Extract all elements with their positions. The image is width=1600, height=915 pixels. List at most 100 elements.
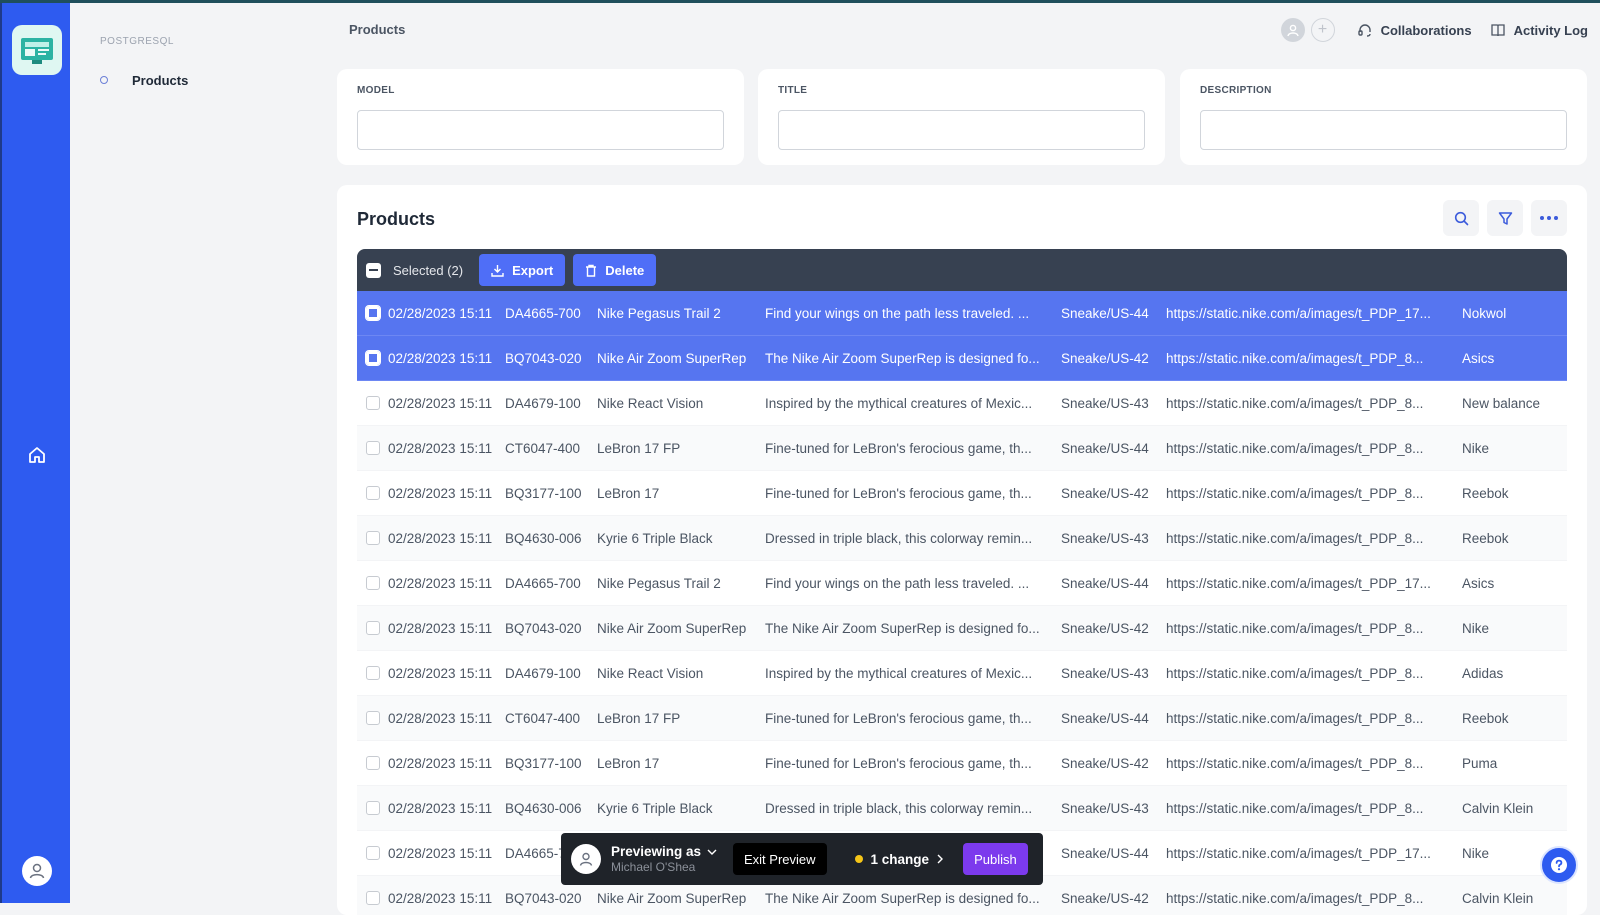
row-checkbox-cell <box>357 801 388 815</box>
select-all-checkbox[interactable] <box>366 262 381 278</box>
circle-icon <box>100 76 108 84</box>
cell-brand: Reebok <box>1462 530 1509 546</box>
collaborator-avatars: + <box>1280 18 1335 42</box>
table-row[interactable]: 02/28/2023 15:11 BQ3177-100 LeBron 17 Fine-… <box>357 471 1567 516</box>
table-row[interactable]: 02/28/2023 15:11 BQ3177-100 LeBron 17 Fine-… <box>357 741 1567 786</box>
cell-image: https://static.nike.com/a/images/t_PDP_1… <box>1166 575 1431 591</box>
cell-image: https://static.nike.com/a/images/t_PDP_8… <box>1166 350 1424 366</box>
table-row[interactable]: 02/28/2023 15:11 DA4679-100 Nike React Vis… <box>357 651 1567 696</box>
add-collaborator-icon[interactable]: + <box>1310 18 1335 42</box>
export-button[interactable]: Export <box>479 254 566 286</box>
table-toolbar <box>1443 200 1567 236</box>
cell-image: https://static.nike.com/a/images/t_PDP_8… <box>1166 800 1424 816</box>
row-checkbox[interactable] <box>365 486 380 500</box>
changes-indicator[interactable]: 1 change <box>854 851 944 867</box>
cell-size: Sneake/US-42 <box>1061 620 1149 636</box>
cell-brand: Calvin Klein <box>1462 800 1534 816</box>
filter-card-description: DESCRIPTION <box>1180 69 1587 165</box>
row-checkbox[interactable] <box>365 756 380 770</box>
cell-description: Fine-tuned for LeBron's ferocious game, … <box>765 755 1032 771</box>
selection-bar: Selected (2) Export Delete <box>357 249 1567 291</box>
cell-size: Sneake/US-44 <box>1061 845 1149 861</box>
search-icon[interactable] <box>1443 200 1479 236</box>
cell-title: Kyrie 6 Triple Black <box>597 530 713 546</box>
cell-size: Sneake/US-43 <box>1061 800 1149 816</box>
table-row[interactable]: 02/28/2023 15:11 BQ7043-020 Nike Air Zoom … <box>357 606 1567 651</box>
row-checkbox[interactable] <box>365 396 380 410</box>
cell-title: LeBron 17 FP <box>597 440 681 456</box>
filter-icon[interactable] <box>1487 200 1523 236</box>
preview-bar: Previewing as Michael O'Shea Exit Previe… <box>561 833 1043 885</box>
table-row[interactable]: 02/28/2023 15:11 CT6047-400 LeBron 17 FP Fi… <box>357 696 1567 741</box>
cell-brand: Asics <box>1462 575 1495 591</box>
delete-label: Delete <box>605 262 645 278</box>
table-title: Products <box>357 209 436 229</box>
row-checkbox[interactable] <box>365 576 380 590</box>
activity-log-button[interactable]: Activity Log <box>1490 22 1588 38</box>
headset-icon <box>1357 24 1371 37</box>
cell-title: Nike Pegasus Trail 2 <box>597 305 721 321</box>
sidebar-section-title: POSTGRESQL <box>100 36 174 47</box>
row-checkbox[interactable] <box>365 621 380 635</box>
home-icon[interactable] <box>25 443 49 467</box>
cell-brand: Nike <box>1462 440 1490 456</box>
table-row[interactable]: 02/28/2023 15:11 BQ4630-006 Kyrie 6 Triple… <box>357 786 1567 831</box>
app-logo-icon[interactable] <box>12 25 62 75</box>
row-checkbox[interactable] <box>365 441 380 455</box>
cell-description: Find your wings on the path less travele… <box>765 305 1030 321</box>
help-icon[interactable] <box>1540 846 1578 884</box>
more-icon[interactable] <box>1531 200 1567 236</box>
table-row[interactable]: 02/28/2023 15:11 DA4665-700 Nike Pegasus T… <box>357 561 1567 606</box>
header-actions: + Collaborations Activity Log <box>1280 18 1588 42</box>
row-checkbox[interactable] <box>365 531 380 545</box>
table-row[interactable]: 02/28/2023 15:11 BQ4630-006 Kyrie 6 Triple… <box>357 516 1567 561</box>
cell-description: Fine-tuned for LeBron's ferocious game, … <box>765 710 1032 726</box>
model-filter-input[interactable] <box>357 110 724 150</box>
cell-title: Nike Air Zoom SuperRep <box>597 620 747 636</box>
row-checkbox[interactable] <box>365 846 380 860</box>
cell-description: Fine-tuned for LeBron's ferocious game, … <box>765 485 1032 501</box>
table-row[interactable]: 02/28/2023 15:11 BQ7043-020 Nike Air Zoom … <box>357 336 1567 381</box>
filter-card-title: TITLE <box>758 69 1165 165</box>
exit-preview-button[interactable]: Exit Preview <box>733 843 827 875</box>
page-title: Products <box>349 22 406 37</box>
cell-size: Sneake/US-43 <box>1061 530 1149 546</box>
cell-title: Nike Air Zoom SuperRep <box>597 890 747 906</box>
cell-size: Sneake/US-43 <box>1061 665 1149 681</box>
delete-button[interactable]: Delete <box>573 254 657 286</box>
description-filter-input[interactable] <box>1200 110 1567 150</box>
collaborator-avatar-icon[interactable] <box>1280 18 1305 42</box>
row-checkbox[interactable] <box>365 666 380 680</box>
cell-brand: Asics <box>1462 350 1495 366</box>
row-checkbox-cell <box>357 846 388 860</box>
cell-date: 02/28/2023 15:11 <box>388 665 493 681</box>
cell-model: BQ7043-020 <box>505 350 582 366</box>
cell-image: https://static.nike.com/a/images/t_PDP_8… <box>1166 440 1424 456</box>
cell-image: https://static.nike.com/a/images/t_PDP_1… <box>1166 305 1431 321</box>
user-avatar-icon[interactable] <box>22 856 52 886</box>
collaborations-button[interactable]: Collaborations <box>1357 22 1472 38</box>
changes-label: 1 change <box>870 851 930 867</box>
cell-date: 02/28/2023 15:11 <box>388 890 493 906</box>
publish-button[interactable]: Publish <box>963 843 1028 875</box>
cell-brand: Reebok <box>1462 710 1509 726</box>
row-checkbox-cell <box>357 486 388 500</box>
table-row[interactable]: 02/28/2023 15:11 DA4679-100 Nike React Vis… <box>357 381 1567 426</box>
cell-image: https://static.nike.com/a/images/t_PDP_1… <box>1166 845 1431 861</box>
title-filter-input[interactable] <box>778 110 1145 150</box>
table-row[interactable]: 02/28/2023 15:11 DA4665-700 Nike Pegasus T… <box>357 291 1567 336</box>
row-checkbox[interactable] <box>364 305 381 321</box>
row-checkbox[interactable] <box>365 711 380 725</box>
cell-title: Nike Air Zoom SuperRep <box>597 350 747 366</box>
cell-size: Sneake/US-42 <box>1061 350 1149 366</box>
cell-model: DA4665-700 <box>505 305 581 321</box>
row-checkbox-cell <box>357 576 388 590</box>
cell-model: CT6047-400 <box>505 710 581 726</box>
table-row[interactable]: 02/28/2023 15:11 CT6047-400 LeBron 17 FP Fi… <box>357 426 1567 471</box>
chevron-down-icon <box>707 849 717 855</box>
row-checkbox[interactable] <box>365 801 380 815</box>
sidebar-item-products[interactable]: Products <box>100 69 188 91</box>
cell-date: 02/28/2023 15:11 <box>388 845 493 861</box>
row-checkbox[interactable] <box>364 350 381 366</box>
preview-user-selector[interactable]: Previewing as Michael O'Shea <box>611 844 733 874</box>
